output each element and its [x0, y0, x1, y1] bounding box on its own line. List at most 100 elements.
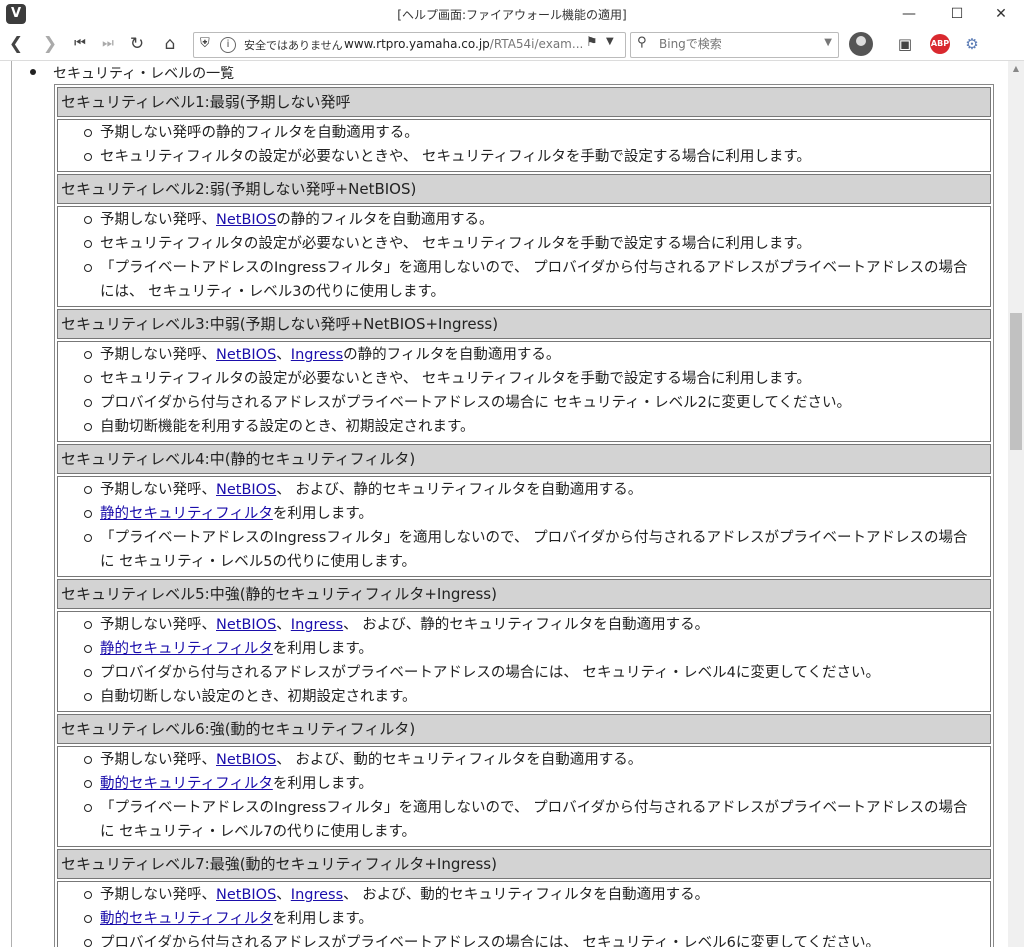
security-level-2-header: セキュリティレベル2:弱(予期しない発呼+NetBIOS) [57, 174, 991, 204]
heading-text: セキュリティ・レベルの一覧 [53, 66, 235, 82]
help-link[interactable]: NetBIOS [216, 482, 276, 498]
item-text: セキュリティフィルタの設定が必要ないときや、 セキュリティフィルタを手動で設定す… [100, 371, 811, 387]
item-text: 「プライベートアドレスのIngressフィルタ」を適用しないので、 プロバイダか… [100, 800, 968, 840]
scrollbar-thumb[interactable] [1010, 313, 1022, 450]
search-engine-dropdown-icon[interactable]: ▼ [824, 37, 832, 48]
url-host: www.rtpro.yamaha.co.jp [344, 37, 490, 51]
list-item: 予期しない発呼、NetBIOSの静的フィルタを自動適用する。 [58, 208, 990, 232]
list-item: 自動切断しない設定のとき、初期設定されます。 [58, 685, 990, 709]
maximize-button[interactable]: ☐ [934, 0, 980, 29]
screenshot-icon[interactable]: ▣ [893, 32, 917, 56]
adblock-icon[interactable]: ABP [930, 34, 950, 54]
info-icon[interactable]: i [220, 37, 236, 53]
item-text: を利用します。 [272, 776, 373, 792]
item-text: を利用します。 [272, 911, 373, 927]
security-level-1-header: セキュリティレベル1:最弱(予期しない発呼 [57, 87, 991, 117]
item-text: プロバイダから付与されるアドレスがプライベートアドレスの場合には、 セキュリティ… [100, 665, 881, 681]
profile-avatar[interactable] [849, 32, 873, 56]
list-item: セキュリティフィルタの設定が必要ないときや、 セキュリティフィルタを手動で設定す… [58, 232, 990, 256]
help-link[interactable]: Ingress [291, 347, 343, 363]
list-item: 動的セキュリティフィルタを利用します。 [58, 772, 990, 796]
list-item: 動的セキュリティフィルタを利用します。 [58, 907, 990, 931]
list-item: 静的セキュリティフィルタを利用します。 [58, 502, 990, 526]
bookmark-icon[interactable]: ⚑ [586, 35, 598, 50]
item-text: セキュリティフィルタの設定が必要ないときや、 セキュリティフィルタを手動で設定す… [100, 149, 811, 165]
item-text: 予期しない発呼、 [100, 212, 216, 228]
list-item: 予期しない発呼、NetBIOS、 および、静的セキュリティフィルタを自動適用する… [58, 478, 990, 502]
security-level-4-header: セキュリティレベル4:中(静的セキュリティフィルタ) [57, 444, 991, 474]
navigation-toolbar: ❮ ❯ ⏮ ⏭ ↻ ⌂ ⛨ i 安全ではありません www.rtpro.yama… [0, 29, 1024, 61]
title-bar: V [ヘルプ画面:ファイアウォール機能の適用] — ☐ ✕ [0, 0, 1024, 30]
item-text: 予期しない発呼、 [100, 482, 216, 498]
security-level-3-details: 予期しない発呼、NetBIOS、Ingressの静的フィルタを自動適用する。セキ… [57, 341, 991, 442]
help-link[interactable]: 動的セキュリティフィルタ [100, 911, 273, 927]
list-item: 予期しない発呼、NetBIOS、 および、動的セキュリティフィルタを自動適用する… [58, 748, 990, 772]
home-icon[interactable]: ⌂ [158, 32, 182, 56]
detail-list: 予期しない発呼、NetBIOS、 および、静的セキュリティフィルタを自動適用する… [58, 478, 990, 574]
item-text: の静的フィルタを自動適用する。 [276, 212, 494, 228]
help-link[interactable]: Ingress [291, 617, 343, 633]
window-title: [ヘルプ画面:ファイアウォール機能の適用] [397, 8, 627, 22]
search-icon[interactable]: ⚲ [637, 35, 647, 50]
item-text: 予期しない発呼、 [100, 347, 216, 363]
item-text: 、 および、動的セキュリティフィルタを自動適用する。 [276, 752, 643, 768]
help-link[interactable]: NetBIOS [216, 617, 276, 633]
list-item: プロバイダから付与されるアドレスがプライベートアドレスの場合には、 セキュリティ… [58, 661, 990, 685]
list-item: 自動切断機能を利用する設定のとき、初期設定されます。 [58, 415, 990, 439]
list-item: 予期しない発呼、NetBIOS、Ingress、 および、静的セキュリティフィル… [58, 613, 990, 637]
address-bar[interactable]: ⛨ i 安全ではありません www.rtpro.yamaha.co.jp/RTA… [193, 32, 626, 58]
chevron-down-icon[interactable]: ▼ [606, 36, 614, 47]
item-text: 、 [276, 617, 291, 633]
security-level-2-details: 予期しない発呼、NetBIOSの静的フィルタを自動適用する。 セキュリティフィルタ… [57, 206, 991, 307]
help-link[interactable]: Ingress [291, 887, 343, 903]
minimize-button[interactable]: — [886, 0, 932, 29]
detail-list: 予期しない発呼の静的フィルタを自動適用する。セキュリティフィルタの設定が必要ない… [58, 121, 990, 169]
item-text: プロバイダから付与されるアドレスがプライベートアドレスの場合には、 セキュリティ… [100, 935, 881, 947]
security-level-table: セキュリティレベル1:最弱(予期しない発呼予期しない発呼の静的フィルタを自動適用… [54, 84, 994, 947]
list-item: 「プライベートアドレスのIngressフィルタ」を適用しないので、 プロバイダか… [58, 526, 990, 574]
shield-icon[interactable]: ⛨ [200, 36, 210, 51]
item-text: 、 および、動的セキュリティフィルタを自動適用する。 [343, 887, 710, 903]
item-text: 、 [276, 347, 291, 363]
help-link[interactable]: NetBIOS [216, 347, 276, 363]
list-item: プロバイダから付与されるアドレスがプライベートアドレスの場合には、 セキュリティ… [58, 931, 990, 947]
fast-forward-icon[interactable]: ⏭ [96, 32, 120, 56]
scroll-up-icon[interactable]: ▲ [1008, 61, 1024, 77]
url-text[interactable]: www.rtpro.yamaha.co.jp/RTA54i/exam... [344, 37, 583, 51]
detail-list: 予期しない発呼、NetBIOS、Ingressの静的フィルタを自動適用する。セキ… [58, 343, 990, 439]
vertical-scrollbar[interactable] [1008, 61, 1024, 947]
help-link[interactable]: NetBIOS [216, 887, 276, 903]
security-level-3-header: セキュリティレベル3:中弱(予期しない発呼+NetBIOS+Ingress) [57, 309, 991, 339]
list-item: プロバイダから付与されるアドレスがプライベートアドレスの場合に セキュリティ・レ… [58, 391, 990, 415]
help-link[interactable]: NetBIOS [216, 752, 276, 768]
detail-list: 予期しない発呼、NetBIOS、 および、動的セキュリティフィルタを自動適用する… [58, 748, 990, 844]
security-level-7-header: セキュリティレベル7:最強(動的セキュリティフィルタ+Ingress) [57, 849, 991, 879]
security-level-6-details: 予期しない発呼、NetBIOS、 および、動的セキュリティフィルタを自動適用する… [57, 746, 991, 847]
help-link[interactable]: NetBIOS [216, 212, 276, 228]
extension-icon[interactable]: ⚙ [960, 32, 984, 56]
item-text: の静的フィルタを自動適用する。 [343, 347, 561, 363]
item-text: 、 [276, 887, 291, 903]
item-text: 自動切断しない設定のとき、初期設定されます。 [100, 689, 417, 705]
bullet-icon [30, 69, 36, 75]
help-link[interactable]: 静的セキュリティフィルタ [100, 641, 273, 657]
list-item: セキュリティフィルタの設定が必要ないときや、 セキュリティフィルタを手動で設定す… [58, 367, 990, 391]
list-item: 「プライベートアドレスのIngressフィルタ」を適用しないので、 プロバイダか… [58, 796, 990, 844]
security-level-1-details: 予期しない発呼の静的フィルタを自動適用する。セキュリティフィルタの設定が必要ない… [57, 119, 991, 172]
reload-icon[interactable]: ↻ [125, 32, 149, 56]
item-text: 予期しない発呼の静的フィルタを自動適用する。 [100, 125, 419, 141]
list-item: 静的セキュリティフィルタを利用します。 [58, 637, 990, 661]
rewind-icon[interactable]: ⏮ [68, 32, 92, 56]
forward-icon[interactable]: ❯ [38, 32, 62, 56]
help-link[interactable]: 動的セキュリティフィルタ [100, 776, 273, 792]
list-item: 予期しない発呼の静的フィルタを自動適用する。 [58, 121, 990, 145]
url-path: /RTA54i/exam... [489, 37, 584, 51]
item-text: 「プライベートアドレスのIngressフィルタ」を適用しないので、 プロバイダか… [100, 260, 968, 300]
help-link[interactable]: 静的セキュリティフィルタ [100, 506, 273, 522]
security-level-6-header: セキュリティレベル6:強(動的セキュリティフィルタ) [57, 714, 991, 744]
close-button[interactable]: ✕ [978, 0, 1024, 29]
back-icon[interactable]: ❮ [4, 32, 28, 56]
search-bar[interactable]: ⚲ ▼ [630, 32, 839, 58]
content-border [11, 61, 12, 947]
search-input[interactable] [657, 36, 811, 52]
